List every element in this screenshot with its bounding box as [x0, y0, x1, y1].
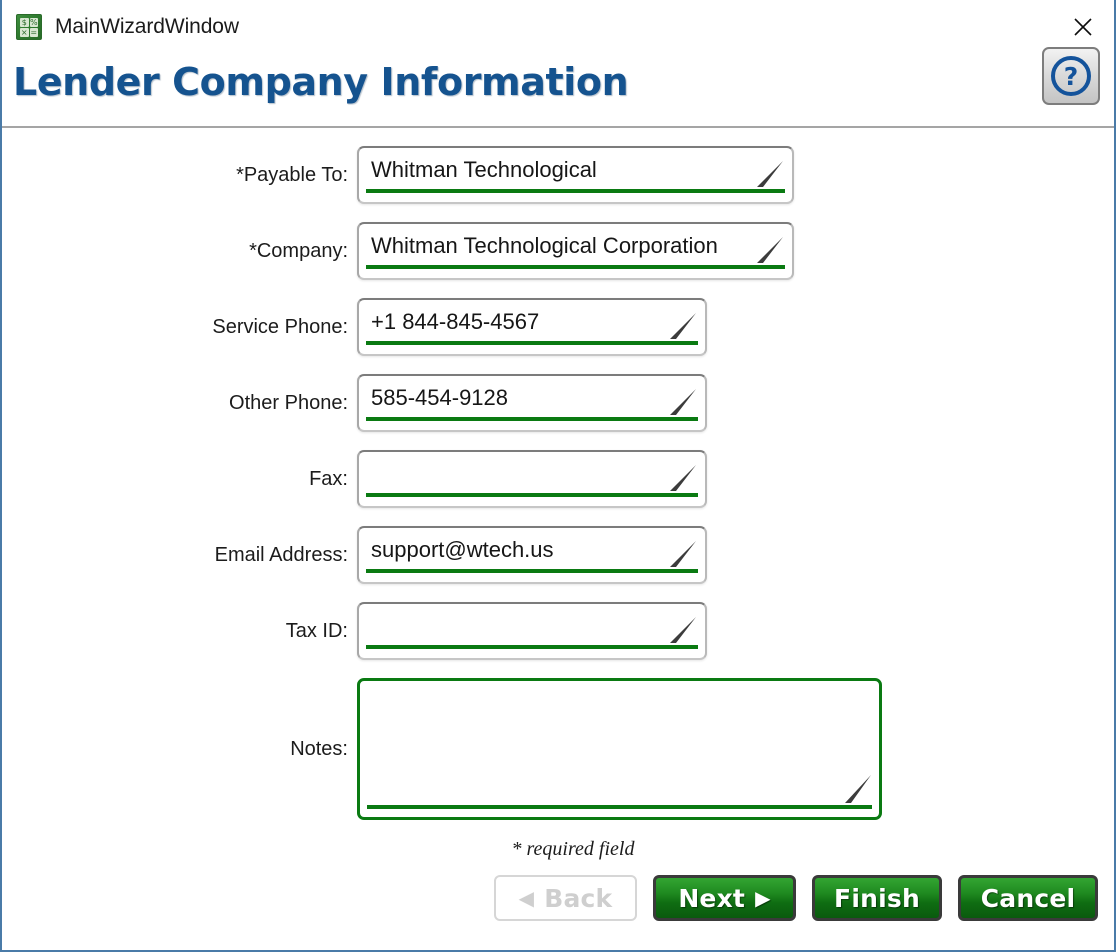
payable-to-value: Whitman Technological [371, 157, 597, 182]
company-value: Whitman Technological Corporation [371, 233, 718, 258]
back-button-label: Back [544, 883, 613, 913]
form-row: Notes: [2, 678, 1114, 820]
company-input[interactable]: Whitman Technological Corporation [357, 222, 794, 280]
back-button[interactable]: ◀ Back [494, 875, 637, 921]
label-service-phone: Service Phone: [212, 315, 348, 338]
label-other-phone: Other Phone: [229, 391, 348, 414]
service-phone-input[interactable]: +1 844-845-4567 [357, 298, 707, 356]
form-row: Service Phone: +1 844-845-4567 [2, 298, 1114, 356]
close-icon[interactable] [1068, 13, 1098, 41]
field-underline [366, 645, 698, 649]
cancel-button-label: Cancel [980, 883, 1076, 913]
form-area: *Payable To: Whitman Technological *Comp… [2, 128, 1114, 921]
form-row: Fax: [2, 450, 1114, 508]
label-notes: Notes: [290, 737, 348, 760]
resize-grip-icon [843, 775, 873, 809]
finish-button[interactable]: Finish [812, 875, 942, 921]
notes-textarea[interactable] [357, 678, 882, 820]
form-row: *Payable To: Whitman Technological [2, 146, 1114, 204]
label-payable-to: *Payable To: [236, 163, 348, 186]
field-underline [366, 569, 698, 573]
icon-glyph-times: × [20, 28, 29, 37]
label-company: *Company: [249, 239, 348, 262]
other-phone-value: 585-454-9128 [371, 385, 509, 410]
page-title: Lender Company Information [13, 60, 629, 104]
next-button-label: Next [678, 883, 746, 913]
help-button[interactable]: ? [1042, 47, 1100, 105]
fax-input[interactable] [357, 450, 707, 508]
button-bar: ◀ Back Next ▶ Finish Cancel [2, 875, 1114, 921]
calculator-icon: $ % × = [16, 14, 42, 40]
finish-button-label: Finish [834, 883, 920, 913]
label-tax-id: Tax ID: [285, 619, 348, 642]
page-header: Lender Company Information ? [2, 47, 1114, 128]
icon-glyph-equals: = [29, 28, 38, 37]
left-arrow-icon: ◀ [518, 886, 535, 910]
field-underline [366, 189, 785, 193]
required-field-note: * required field [511, 838, 635, 860]
field-underline [366, 417, 698, 421]
email-address-value: support@wtech.us [371, 537, 554, 562]
label-fax: Fax: [309, 467, 348, 490]
form-row: Tax ID: [2, 602, 1114, 660]
tax-id-input[interactable] [357, 602, 707, 660]
email-address-input[interactable]: support@wtech.us [357, 526, 707, 584]
form-row: Email Address: support@wtech.us [2, 526, 1114, 584]
label-email-address: Email Address: [214, 543, 348, 566]
form-row: *Company: Whitman Technological Corporat… [2, 222, 1114, 280]
service-phone-value: +1 844-845-4567 [371, 309, 540, 334]
cancel-button[interactable]: Cancel [958, 875, 1098, 921]
field-underline [366, 265, 785, 269]
payable-to-input[interactable]: Whitman Technological [357, 146, 794, 204]
next-button[interactable]: Next ▶ [653, 875, 796, 921]
title-bar: $ % × = MainWizardWindow [2, 0, 1114, 54]
main-wizard-window: $ % × = MainWizardWindow Lender Company … [0, 0, 1116, 952]
field-underline [366, 341, 698, 345]
field-underline [367, 805, 872, 809]
field-underline [366, 493, 698, 497]
help-question-icon: ? [1051, 56, 1091, 96]
other-phone-input[interactable]: 585-454-9128 [357, 374, 707, 432]
form-row: Other Phone: 585-454-9128 [2, 374, 1114, 432]
window-title: MainWizardWindow [55, 15, 239, 38]
right-arrow-icon: ▶ [755, 886, 771, 910]
icon-glyph-dollar: $ [20, 18, 29, 27]
icon-glyph-percent: % [29, 18, 38, 27]
